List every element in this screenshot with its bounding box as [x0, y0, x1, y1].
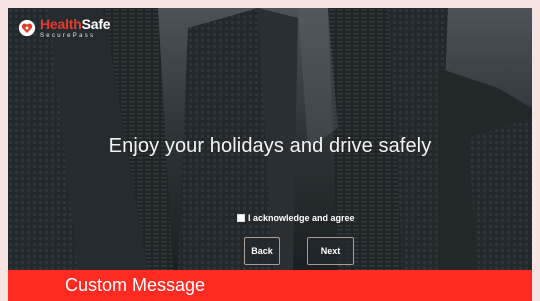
checkbox-box[interactable] [237, 214, 245, 222]
caption-banner: Custom Message [8, 270, 532, 301]
brand-tagline: SecurePass [40, 33, 96, 39]
back-button[interactable]: Back [244, 237, 280, 265]
acknowledge-label: I acknowledge and agree [248, 213, 355, 223]
login-screen: HealthSafe SecurePass Enjoy your holiday… [8, 8, 532, 270]
brand-name-white: Safe [81, 16, 111, 32]
caption-text: Custom Message [65, 275, 206, 295]
brand-logo: HealthSafe SecurePass [18, 14, 111, 42]
custom-message-text: Enjoy your holidays and drive safely [108, 135, 432, 157]
shield-heart-icon [18, 19, 36, 37]
acknowledge-checkbox[interactable]: I acknowledge and agree [237, 213, 355, 223]
next-button[interactable]: Next [307, 237, 354, 265]
brand-name-red: Health [40, 16, 82, 32]
